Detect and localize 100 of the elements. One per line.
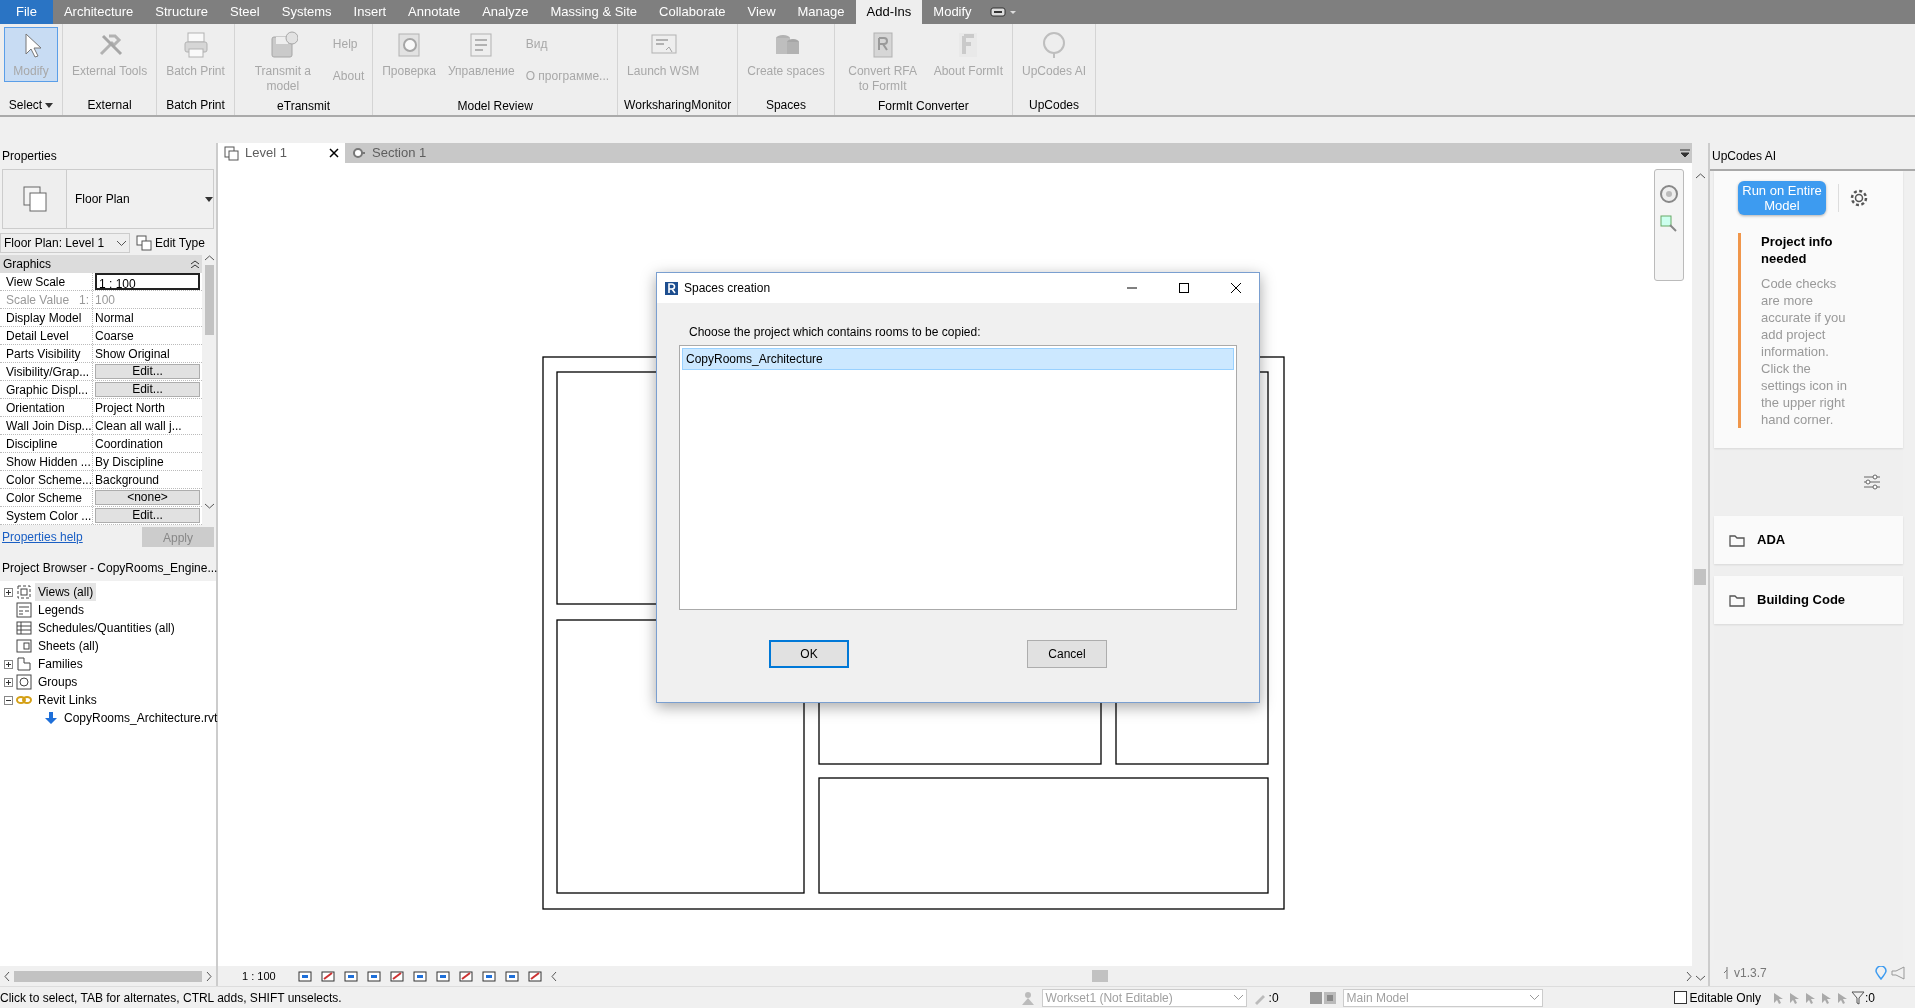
tree-item[interactable]: Schedules/Quantities (all) [35, 619, 178, 637]
panel-title: Model Review [457, 98, 533, 115]
ribbon-tab[interactable]: Annotate [397, 0, 472, 24]
dialog-button[interactable]: Cancel [1027, 640, 1107, 668]
edit-type-button[interactable]: Edit Type [134, 234, 207, 252]
tab-menu-icon[interactable] [1678, 148, 1692, 158]
view-control-icon[interactable] [527, 969, 543, 983]
view-selector[interactable]: Floor Plan: Level 1 [0, 233, 130, 253]
notice-title: Project info needed [1761, 233, 1834, 267]
scroll-left-icon[interactable] [4, 971, 10, 981]
scroll-down-icon[interactable] [204, 503, 214, 509]
scroll-up-icon[interactable] [1695, 173, 1705, 179]
property-name: Parts Visibility [6, 346, 81, 362]
tree-item[interactable]: Families [35, 655, 86, 673]
ribbon-tab[interactable]: Massing & Site [539, 0, 649, 24]
property-name: Scale Value [6, 292, 70, 308]
view-control-icon[interactable] [366, 969, 382, 983]
close-icon[interactable] [329, 148, 339, 158]
ribbon-tab[interactable]: Systems [270, 0, 343, 24]
model-dropdown[interactable]: Main Model [1342, 988, 1543, 1007]
tree-item[interactable]: Groups [35, 673, 81, 691]
ribbon-tab[interactable]: Analyze [471, 0, 540, 24]
panel-title: FormIt Converter [877, 98, 969, 115]
tree-item[interactable]: Sheets (all) [35, 637, 102, 655]
sliders-icon[interactable] [1863, 474, 1881, 490]
scrollbar-thumb[interactable] [1694, 569, 1706, 585]
document-tab[interactable]: Level 1 [218, 143, 345, 163]
view-control-icon[interactable] [343, 969, 359, 983]
edit-button[interactable]: <none> [95, 490, 200, 505]
filter-icon[interactable] [1851, 990, 1865, 1005]
workset-dropdown[interactable]: Workset1 (Not Editable) [1041, 988, 1247, 1007]
scrollbar-thumb[interactable] [1092, 970, 1108, 982]
view-control-icon[interactable] [297, 969, 313, 983]
file-menu-tab[interactable]: File [0, 0, 53, 24]
apply-button[interactable]: Apply [142, 527, 214, 547]
ribbon-tab[interactable]: Modify [922, 0, 983, 24]
ribbon-tab[interactable]: Manage [786, 0, 856, 24]
tree-item[interactable]: Revit Links [35, 691, 100, 709]
view-control-icon[interactable] [481, 969, 497, 983]
caret-icon[interactable] [45, 102, 54, 108]
tree-item[interactable]: Legends [35, 601, 88, 619]
ribbon-tab[interactable]: View [736, 0, 787, 24]
property-name: Color Scheme [6, 490, 83, 506]
table-icon [16, 620, 32, 636]
view-control-icon[interactable] [435, 969, 451, 983]
category-item[interactable]: ADA [1714, 516, 1903, 564]
ribbon-tab[interactable]: Structure [144, 0, 220, 24]
scroll-down-icon[interactable] [1695, 975, 1705, 981]
edit-button[interactable]: Edit... [95, 382, 200, 397]
location-pin-icon[interactable] [1875, 966, 1887, 980]
dialog-button[interactable]: OK [769, 640, 849, 668]
scroll-right-icon[interactable] [1686, 971, 1692, 981]
view-control-icon[interactable] [412, 969, 428, 983]
settings-button[interactable] [1838, 184, 1869, 212]
category-item[interactable]: Building Code [1714, 576, 1903, 624]
settings-icon [1849, 188, 1869, 208]
ribbon-tab[interactable]: Steel [219, 0, 271, 24]
view-control-icon[interactable] [504, 969, 520, 983]
property-name: Wall Join Disp... [6, 418, 92, 434]
property-name: Orientation [6, 400, 65, 416]
steering-wheel-icon [1659, 184, 1679, 204]
navigation-bar[interactable] [1654, 169, 1684, 281]
ribbon-tab[interactable]: Collaborate [648, 0, 737, 24]
panel-title: eTransmit [277, 98, 330, 115]
collapse-icon[interactable] [4, 695, 13, 705]
section-header[interactable]: Graphics [0, 255, 202, 273]
property-name: System Color ... [6, 508, 92, 524]
type-selector[interactable]: Floor Plan [2, 169, 214, 229]
family-icon [16, 656, 32, 672]
scrollbar-thumb[interactable] [14, 970, 202, 982]
ribbon-tab[interactable]: Architecture [52, 0, 145, 24]
edit-button[interactable]: Edit... [95, 508, 200, 523]
expand-icon[interactable] [4, 659, 13, 669]
view-control-icon[interactable] [320, 969, 336, 983]
count-label: :0 [1268, 989, 1279, 1007]
property-value: By Discipline [94, 454, 165, 470]
ribbon-tab[interactable]: Insert [342, 0, 398, 24]
chevron-down-icon [1529, 995, 1539, 1000]
view-control-icon[interactable] [389, 969, 405, 983]
edit-button[interactable]: Edit... [95, 364, 200, 379]
panel-title: Batch Print [166, 97, 225, 114]
help-link[interactable]: Properties help [2, 528, 83, 546]
property-name: Detail Level [6, 328, 69, 344]
expand-icon[interactable] [4, 677, 13, 687]
ribbon-tab[interactable]: Add-Ins [855, 0, 923, 24]
document-tab[interactable]: Section 1 [345, 143, 433, 163]
scroll-left-icon[interactable] [550, 971, 557, 981]
scale-label[interactable]: 1 : 100 [242, 967, 276, 985]
scroll-up-icon[interactable] [204, 255, 214, 261]
view-control-icon[interactable] [458, 969, 474, 983]
list-item[interactable]: CopyRooms_Architecture [682, 348, 1234, 370]
tree-item[interactable]: CopyRooms_Architecture.rvt [61, 709, 221, 727]
down-arrow-icon [44, 711, 58, 725]
run-button[interactable]: Run on Entire Model [1738, 181, 1826, 215]
editable-only-checkbox[interactable]: Editable Only [1673, 988, 1761, 1007]
expand-icon[interactable] [4, 587, 13, 597]
tree-item[interactable]: Views (all) [35, 583, 97, 601]
scroll-right-icon[interactable] [206, 971, 212, 981]
scrollbar-thumb[interactable] [204, 265, 214, 335]
scale-input[interactable]: 1 : 100 [95, 273, 200, 290]
